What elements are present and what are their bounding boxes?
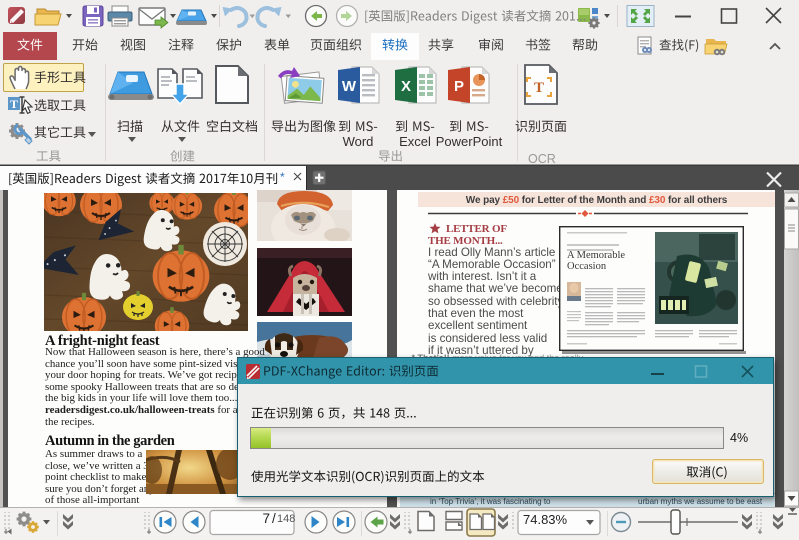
svg-text:P: P	[454, 78, 464, 95]
svg-text:*: *	[280, 170, 285, 184]
svg-text:T: T	[10, 97, 18, 111]
svg-text:Occasion: Occasion	[567, 261, 607, 272]
svg-text:X: X	[401, 78, 411, 95]
svg-text:W: W	[342, 78, 357, 95]
svg-text:A Memorable: A Memorable	[567, 250, 625, 261]
svg-text:T: T	[534, 80, 544, 96]
